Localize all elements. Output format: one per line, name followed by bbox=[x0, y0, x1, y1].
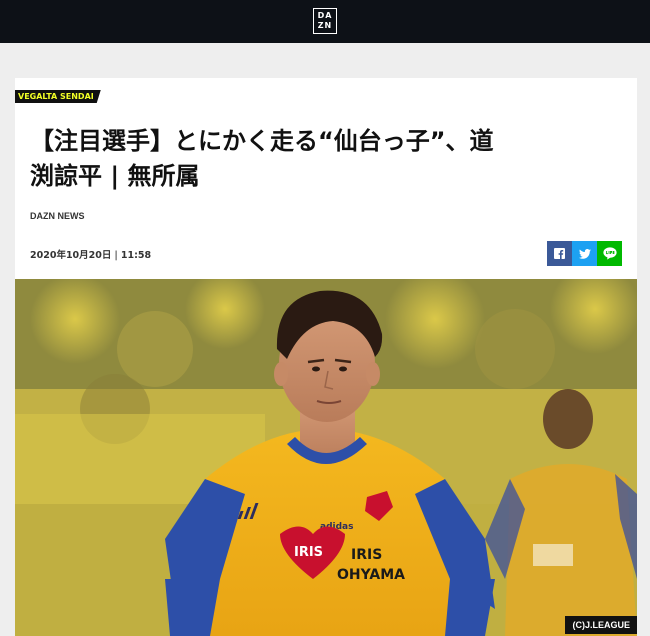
photo-credit: (C)J.LEAGUE bbox=[565, 616, 637, 634]
player-photo-illustration: adidas IRIS IRIS OHYAMA bbox=[15, 279, 637, 636]
svg-text:IRIS: IRIS bbox=[351, 547, 382, 563]
top-navigation-bar: DA ZN bbox=[0, 0, 650, 43]
article-date-day: 2020年10月20日 bbox=[30, 250, 112, 261]
article-title-line1: 【注目選手】とにかく走る“仙台っ子”、道 bbox=[30, 127, 494, 155]
twitter-share-button[interactable] bbox=[572, 241, 597, 266]
twitter-icon bbox=[578, 248, 591, 259]
line-share-button[interactable] bbox=[597, 241, 622, 266]
line-icon bbox=[602, 247, 617, 260]
category-tag[interactable]: VEGALTA SENDAI bbox=[15, 90, 101, 103]
facebook-icon bbox=[554, 248, 565, 259]
logo-text-bottom: ZN bbox=[317, 21, 333, 30]
logo-text-top: DA bbox=[317, 11, 333, 20]
article-title: 【注目選手】とにかく走る“仙台っ子”、道 渕諒平 | 無所属 bbox=[30, 124, 630, 194]
article-date: 2020年10月20日 | 11:58 bbox=[30, 247, 151, 261]
article-author[interactable]: DAZN NEWS bbox=[30, 211, 85, 221]
article-date-time: 11:58 bbox=[120, 250, 152, 261]
date-separator: | bbox=[114, 250, 118, 261]
article-photo: adidas IRIS IRIS OHYAMA (C)J.LEAGUE bbox=[15, 279, 637, 636]
article-title-line2: 渕諒平 | 無所属 bbox=[30, 162, 200, 190]
svg-text:OHYAMA: OHYAMA bbox=[337, 567, 405, 583]
svg-text:IRIS: IRIS bbox=[294, 545, 323, 560]
facebook-share-button[interactable] bbox=[547, 241, 572, 266]
article-card: VEGALTA SENDAI 【注目選手】とにかく走る“仙台っ子”、道 渕諒平 … bbox=[15, 78, 637, 636]
dazn-logo[interactable]: DA ZN bbox=[313, 8, 337, 34]
